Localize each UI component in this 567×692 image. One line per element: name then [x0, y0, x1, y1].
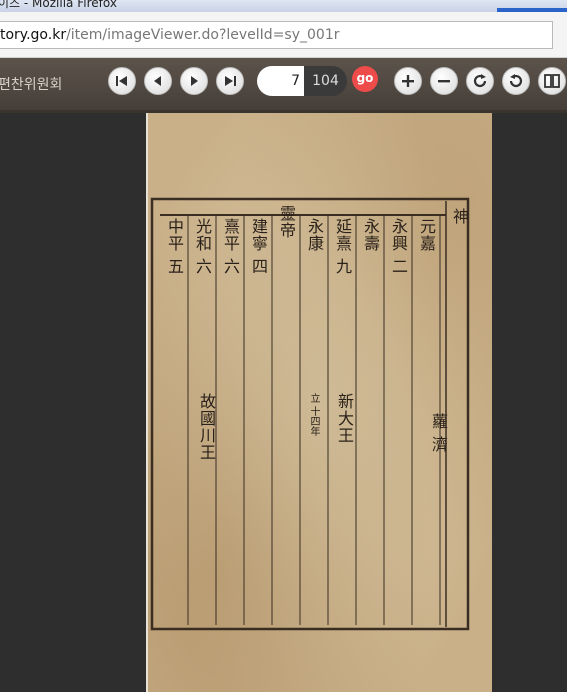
doc-column: 元嘉: [417, 218, 436, 252]
page-navigator: 104: [257, 66, 347, 96]
previous-page-icon: [154, 76, 161, 86]
next-page-icon: [191, 76, 198, 86]
document-viewport[interactable]: 神 元嘉 永興 二 永壽 延熹 九 永康 靈帝 建寧 四 熹平 六 光和 六 中…: [0, 113, 567, 692]
last-page-button[interactable]: [216, 67, 244, 95]
first-page-button[interactable]: [108, 67, 136, 95]
url-domain: tory.go.kr: [0, 27, 67, 43]
address-bar[interactable]: tory.go.kr/item/imageViewer.do?levelId=s…: [0, 21, 553, 49]
zoom-in-button[interactable]: [394, 67, 422, 95]
rotate-counterclockwise-icon: [509, 74, 523, 88]
page-number-input[interactable]: [257, 66, 304, 96]
rotate-counterclockwise-button[interactable]: [502, 67, 530, 95]
rotate-clockwise-button[interactable]: [466, 67, 494, 95]
total-pages: 104: [312, 73, 339, 89]
browser-toolbar: tory.go.kr/item/imageViewer.do?levelId=s…: [0, 12, 567, 58]
dual-page-icon: [544, 74, 560, 88]
doc-column: 立 十四年: [308, 393, 319, 437]
doc-column: 蘿 濟: [429, 413, 448, 454]
rotate-clockwise-icon: [473, 74, 487, 88]
go-button[interactable]: go: [352, 66, 378, 92]
organization-name: 편찬위원회: [0, 77, 63, 93]
previous-page-button[interactable]: [144, 67, 172, 95]
doc-column: 建寧 四: [249, 218, 268, 276]
document-page-image: 神 元嘉 永興 二 永壽 延熹 九 永康 靈帝 建寧 四 熹平 六 光和 六 中…: [146, 113, 492, 692]
last-page-icon: [225, 76, 236, 86]
window-title: 이즈 - Mozilla Firefox: [0, 0, 117, 10]
dual-page-button[interactable]: [538, 67, 566, 95]
zoom-in-icon: [402, 75, 414, 87]
doc-column: 新大王: [335, 393, 354, 444]
doc-column: 中平 五: [165, 218, 184, 276]
window-title-bar: 이즈 - Mozilla Firefox: [0, 0, 567, 12]
viewer-toolbar: 편찬위원회 104 go: [0, 58, 567, 113]
zoom-out-button[interactable]: [430, 67, 458, 95]
doc-column: 永興 二: [389, 218, 408, 276]
doc-column: 永壽: [361, 218, 380, 252]
doc-column: 延熹 九: [333, 218, 352, 276]
doc-column: 熹平 六: [221, 218, 240, 276]
doc-column: 故國川王: [197, 393, 216, 461]
doc-column: 神: [450, 208, 469, 225]
url-path: /item/imageViewer.do?levelId=sy_001r: [66, 27, 340, 43]
doc-column: 永康: [305, 218, 324, 252]
zoom-out-icon: [438, 80, 450, 83]
doc-column: 光和 六: [193, 218, 212, 276]
url-text[interactable]: tory.go.kr/item/imageViewer.do?levelId=s…: [0, 27, 339, 43]
next-page-button[interactable]: [180, 67, 208, 95]
doc-column: 靈帝: [277, 205, 296, 239]
first-page-icon: [116, 76, 127, 86]
